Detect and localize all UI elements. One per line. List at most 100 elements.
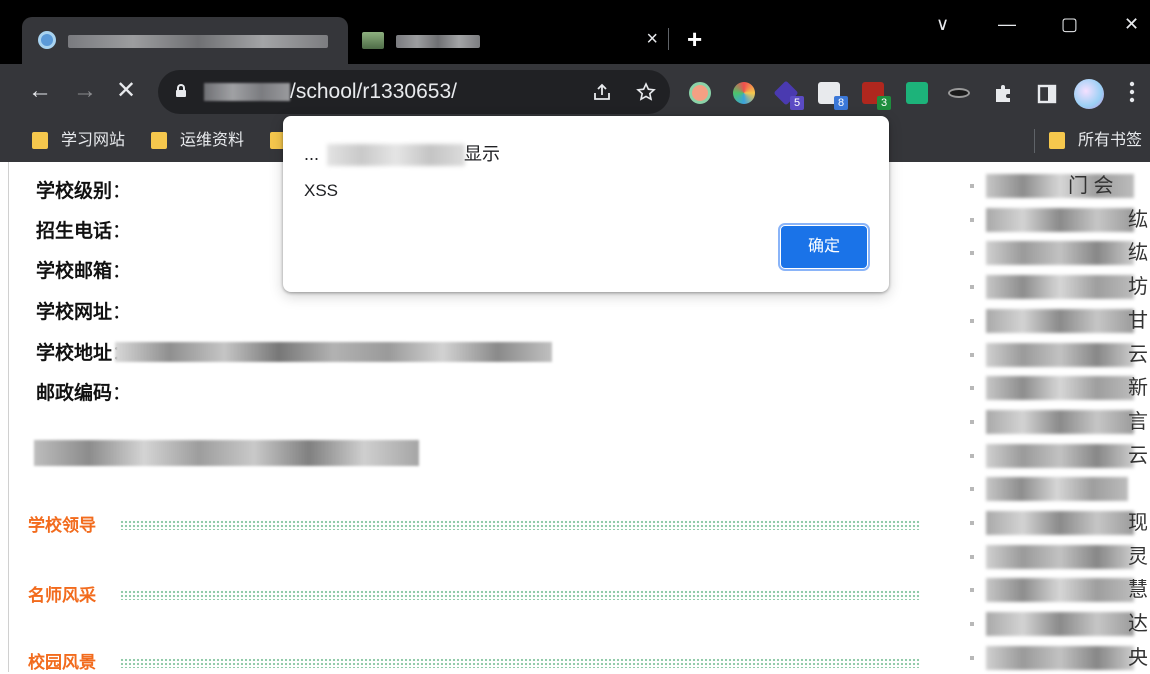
- list-item-visible-fragment: 坊: [1128, 276, 1148, 299]
- alert-dialog: ... 显示 XSS 确定: [283, 116, 889, 292]
- list-item-redacted[interactable]: [986, 612, 1134, 637]
- stop-loading-button[interactable]: ✕: [116, 78, 136, 104]
- list-item-redacted[interactable]: [986, 342, 1134, 367]
- list-item-visible-fragment: 言: [1128, 410, 1148, 433]
- tab-close-icon[interactable]: ×: [646, 29, 658, 49]
- section-famous-teachers[interactable]: 名师风采: [28, 585, 96, 607]
- list-item-redacted[interactable]: [986, 645, 1134, 670]
- list-bullet: [970, 318, 974, 323]
- list-item-redacted[interactable]: [986, 275, 1134, 300]
- site-favicon-icon: [362, 32, 384, 49]
- list-item-visible-fragment: 央: [1128, 646, 1148, 669]
- list-item-visible-fragment: 灵: [1128, 545, 1148, 568]
- folder-icon: [1049, 132, 1065, 149]
- hat-extension-icon[interactable]: [948, 88, 970, 98]
- list-item-redacted[interactable]: [986, 207, 1134, 232]
- maximize-icon[interactable]: ▢: [1061, 14, 1078, 34]
- list-bullet: [970, 554, 974, 559]
- extension-badge: 5: [790, 96, 804, 110]
- tab-separator: [668, 28, 669, 50]
- list-item-redacted[interactable]: [986, 443, 1134, 468]
- bookmark-folder-all[interactable]: 所有书签: [1049, 130, 1149, 152]
- site-favicon-icon: [38, 31, 56, 49]
- section-school-leaders[interactable]: 学校领导: [28, 515, 96, 537]
- dialog-message: XSS: [304, 181, 339, 200]
- tab-search-icon[interactable]: ∨: [936, 14, 949, 34]
- folder-icon: [32, 132, 48, 149]
- url-path: /school/r1330653/: [290, 80, 457, 103]
- list-item-redacted[interactable]: [986, 477, 1128, 502]
- dialog-origin-redacted: [327, 144, 465, 166]
- list-item-visible-fragment: 甘: [1128, 309, 1148, 332]
- section-divider: [120, 520, 920, 530]
- close-window-icon[interactable]: ✕: [1124, 14, 1139, 34]
- info-school-website: 学校网址：: [36, 302, 132, 323]
- list-item-redacted[interactable]: [986, 544, 1134, 569]
- page-left-border: [0, 162, 9, 672]
- list-item-redacted[interactable]: [986, 241, 1134, 266]
- list-item-visible-fragment: 新: [1128, 377, 1148, 400]
- list-bullet: [970, 251, 974, 256]
- forward-button[interactable]: →: [73, 78, 97, 104]
- url-domain-redacted: [204, 83, 290, 101]
- bookmark-folder-ops[interactable]: 运维资料: [151, 130, 261, 152]
- circle-extension-icon[interactable]: [689, 82, 711, 104]
- info-admission-phone: 招生电话：: [36, 221, 132, 242]
- chat-extension-icon[interactable]: [906, 82, 928, 104]
- browser-titlebar: × + ∨ — ▢ ✕: [0, 0, 1150, 64]
- tab-title-redacted: [396, 35, 480, 48]
- list-bullet: [970, 285, 974, 290]
- tab-active[interactable]: [22, 17, 348, 64]
- new-tab-button[interactable]: +: [687, 24, 702, 54]
- list-bullet: [970, 588, 974, 593]
- bookmark-label: 运维资料: [180, 132, 245, 149]
- bookmark-folder-partial[interactable]: [270, 130, 286, 152]
- bookmark-folder-study[interactable]: 学习网站: [32, 130, 142, 152]
- sidepanel-icon[interactable]: [1037, 84, 1057, 108]
- list-item-redacted[interactable]: [986, 376, 1134, 401]
- ok-button[interactable]: 确定: [778, 223, 870, 271]
- address-redacted: [115, 342, 552, 362]
- browser-toolbar: ← → ✕ /school/r1330653/ 5 8 3: [0, 64, 1150, 120]
- list-item-redacted[interactable]: [986, 409, 1134, 434]
- list-bullet: [970, 352, 974, 357]
- color-wheel-extension-icon[interactable]: [733, 82, 755, 104]
- info-school-level: 学校级别：: [36, 181, 132, 202]
- extension-badge: 8: [834, 96, 848, 110]
- section-campus-scenery[interactable]: 校园风景: [28, 652, 96, 674]
- dialog-title: 显示: [464, 144, 500, 164]
- back-button[interactable]: ←: [28, 78, 52, 104]
- list-item-visible-fragment: 云: [1128, 444, 1148, 467]
- list-item-redacted[interactable]: [986, 511, 1134, 535]
- share-icon[interactable]: [592, 82, 612, 106]
- tab-inactive[interactable]: ×: [352, 17, 668, 64]
- list-item-redacted[interactable]: [986, 308, 1134, 333]
- list-item-visible-fragment: 现: [1128, 512, 1148, 534]
- address-bar[interactable]: /school/r1330653/: [158, 70, 670, 114]
- list-bullet: [970, 217, 974, 222]
- list-item-visible-fragment: 门 会: [1068, 175, 1114, 197]
- intro-redacted: [34, 440, 419, 466]
- minimize-icon[interactable]: —: [998, 14, 1016, 34]
- menu-icon[interactable]: [1128, 80, 1136, 108]
- bookmark-label: 所有书签: [1078, 132, 1143, 149]
- list-item-visible-fragment: 纮: [1128, 208, 1148, 231]
- list-item-redacted[interactable]: [986, 578, 1134, 603]
- list-bullet: [970, 487, 974, 492]
- folder-icon: [151, 132, 167, 149]
- section-divider: [120, 590, 920, 600]
- info-school-email: 学校邮箱：: [36, 261, 132, 282]
- bookmark-star-icon[interactable]: [636, 82, 656, 106]
- list-item-visible-fragment: 慧: [1128, 579, 1148, 602]
- list-bullet: [970, 184, 974, 188]
- list-item-visible-fragment: 纮: [1128, 242, 1148, 265]
- puzzle-icon[interactable]: [993, 82, 1015, 108]
- list-item-visible-fragment: 云: [1128, 343, 1148, 366]
- list-bullet: [970, 453, 974, 458]
- list-item-visible-fragment: 达: [1128, 613, 1148, 636]
- profile-avatar[interactable]: [1074, 79, 1104, 109]
- dialog-title-prefix: ...: [304, 144, 320, 164]
- lock-icon[interactable]: [176, 84, 186, 97]
- info-postal-code: 邮政编码：: [36, 383, 132, 404]
- list-bullet: [970, 622, 974, 627]
